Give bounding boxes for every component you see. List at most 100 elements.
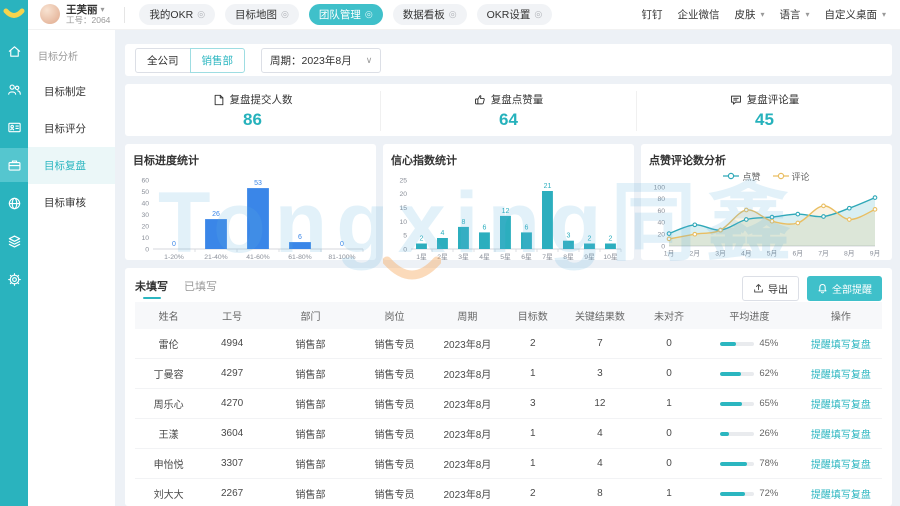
user-avatar[interactable] — [40, 4, 60, 24]
legend-item-0[interactable]: 点赞 — [723, 170, 760, 183]
column-header-8: 平均进度 — [699, 302, 800, 329]
nav-tab-0[interactable]: 我的OKR ◎ — [139, 4, 215, 25]
cell-action: 提醒填写复盘 — [800, 479, 882, 506]
chart-title: 信心指数统计 — [391, 152, 626, 168]
cell-goals: 2 — [505, 329, 561, 359]
svg-text:4星: 4星 — [479, 253, 490, 260]
topbar-link-0[interactable]: 钉钉 — [641, 7, 662, 22]
progress-percent: 65% — [759, 398, 778, 409]
svg-text:2: 2 — [588, 236, 592, 243]
cell-unaligned: 1 — [639, 479, 699, 506]
legend-item-1[interactable]: 评论 — [773, 170, 810, 183]
cell-id: 4994 — [202, 329, 262, 359]
svg-text:2星: 2星 — [437, 253, 448, 260]
cell-position: 销售专员 — [359, 359, 430, 389]
progress-indicator: 26% — [720, 428, 778, 439]
topbar-link-1[interactable]: 企业微信 — [677, 7, 719, 22]
table-tab-1[interactable]: 已填写 — [184, 278, 217, 299]
rail-item-globe[interactable] — [0, 186, 28, 220]
column-header-7: 未对齐 — [639, 302, 699, 329]
svg-text:8星: 8星 — [563, 253, 574, 260]
svg-text:50: 50 — [141, 189, 149, 196]
topbar-link-3[interactable]: 语言▾ — [779, 7, 809, 22]
nav-tab-4[interactable]: OKR设置◎ — [477, 4, 553, 25]
rail-item-home[interactable] — [0, 34, 28, 68]
svg-text:100: 100 — [654, 184, 666, 191]
rail-items — [0, 30, 28, 296]
svg-text:9月: 9月 — [870, 250, 881, 258]
sidebar-item-0[interactable]: 目标制定 — [28, 73, 115, 110]
nav-tab-label: 我的OKR — [149, 7, 193, 22]
rail-item-briefcase[interactable] — [0, 148, 28, 182]
layers-icon — [7, 234, 22, 249]
svg-text:4月: 4月 — [741, 250, 752, 258]
period-dropdown[interactable]: 周期：2023年8月 ∨ — [261, 48, 381, 73]
progress-indicator: 45% — [720, 338, 778, 349]
topbar-link-2[interactable]: 皮肤▾ — [734, 7, 764, 22]
svg-text:25: 25 — [399, 177, 407, 184]
export-button[interactable]: 导出 — [742, 276, 799, 301]
remind-fill-link[interactable]: 提醒填写复盘 — [811, 490, 871, 501]
sidebar-item-2[interactable]: 目标复盘 — [28, 147, 115, 184]
app-logo[interactable] — [0, 0, 28, 30]
svg-text:10: 10 — [399, 219, 407, 226]
column-header-0: 姓名 — [135, 302, 202, 329]
remind-fill-link[interactable]: 提醒填写复盘 — [811, 340, 871, 351]
user-info[interactable]: 王芙丽 ▾ 工号：2064 — [40, 4, 110, 26]
stat-2: 复盘评论量45 — [636, 91, 892, 131]
remind-all-button[interactable]: 全部提醒 — [807, 276, 882, 301]
rail-item-team[interactable] — [0, 72, 28, 106]
topbar-link-4[interactable]: 自定义桌面▾ — [824, 7, 886, 22]
svg-text:3月: 3月 — [715, 250, 726, 258]
cell-id: 4270 — [202, 389, 262, 419]
nav-tab-2[interactable]: 团队管理◎ — [309, 4, 383, 25]
svg-text:21-40%: 21-40% — [204, 254, 227, 260]
svg-text:0: 0 — [145, 246, 149, 253]
cell-action: 提醒填写复盘 — [800, 359, 882, 389]
rail-item-gear[interactable] — [0, 262, 28, 296]
rail-item-layers[interactable] — [0, 224, 28, 258]
nav-tab-3[interactable]: 数据看板◎ — [393, 4, 467, 25]
sidebar-item-1[interactable]: 目标评分 — [28, 110, 115, 147]
cell-dept: 销售部 — [262, 479, 359, 506]
cell-unaligned: 1 — [639, 389, 699, 419]
stat-value: 86 — [243, 110, 262, 130]
sidebar-item-3[interactable]: 目标审核 — [28, 184, 115, 221]
table-row: 王漾3604销售部销售专员2023年8月14026%提醒填写复盘 — [135, 419, 882, 449]
target-icon: ◎ — [197, 10, 205, 19]
chart-card-1: 信心指数统计051015202521星42星83星64星125星66星217星3… — [383, 144, 634, 260]
progress-fill — [720, 492, 744, 496]
id-card-icon — [7, 120, 22, 135]
remind-fill-link[interactable]: 提醒填写复盘 — [811, 430, 871, 441]
nav-tab-label: OKR设置 — [487, 7, 531, 22]
target-icon: ◎ — [281, 10, 289, 19]
svg-text:20: 20 — [141, 223, 149, 230]
table-tab-0[interactable]: 未填写 — [135, 278, 168, 299]
svg-text:0: 0 — [661, 243, 665, 250]
org-segment-0[interactable]: 全公司 — [135, 48, 191, 73]
nav-tab-1[interactable]: 目标地图◎ — [225, 4, 299, 25]
stat-label: 复盘点赞量 — [491, 92, 544, 107]
org-segment-1[interactable]: 销售部 — [190, 48, 246, 73]
cell-progress: 26% — [699, 419, 800, 449]
nav-tab-label: 数据看板 — [403, 7, 445, 22]
cell-goals: 1 — [505, 359, 561, 389]
svg-text:8: 8 — [462, 219, 466, 226]
cell-id: 4297 — [202, 359, 262, 389]
remind-fill-link[interactable]: 提醒填写复盘 — [811, 400, 871, 411]
svg-text:60: 60 — [657, 208, 665, 215]
gear-icon — [7, 272, 22, 287]
svg-text:0: 0 — [340, 241, 344, 248]
column-header-5: 目标数 — [505, 302, 561, 329]
user-meta: 王芙丽 ▾ 工号：2064 — [66, 4, 110, 26]
globe-icon — [7, 196, 22, 211]
remind-fill-link[interactable]: 提醒填写复盘 — [811, 370, 871, 381]
cell-name: 雷伦 — [135, 329, 202, 359]
svg-text:2月: 2月 — [690, 250, 701, 258]
home-icon — [7, 44, 22, 59]
like-icon — [474, 94, 486, 106]
cell-progress: 72% — [699, 479, 800, 506]
remind-fill-link[interactable]: 提醒填写复盘 — [811, 460, 871, 471]
rail-item-id-card[interactable] — [0, 110, 28, 144]
cell-dept: 销售部 — [262, 419, 359, 449]
